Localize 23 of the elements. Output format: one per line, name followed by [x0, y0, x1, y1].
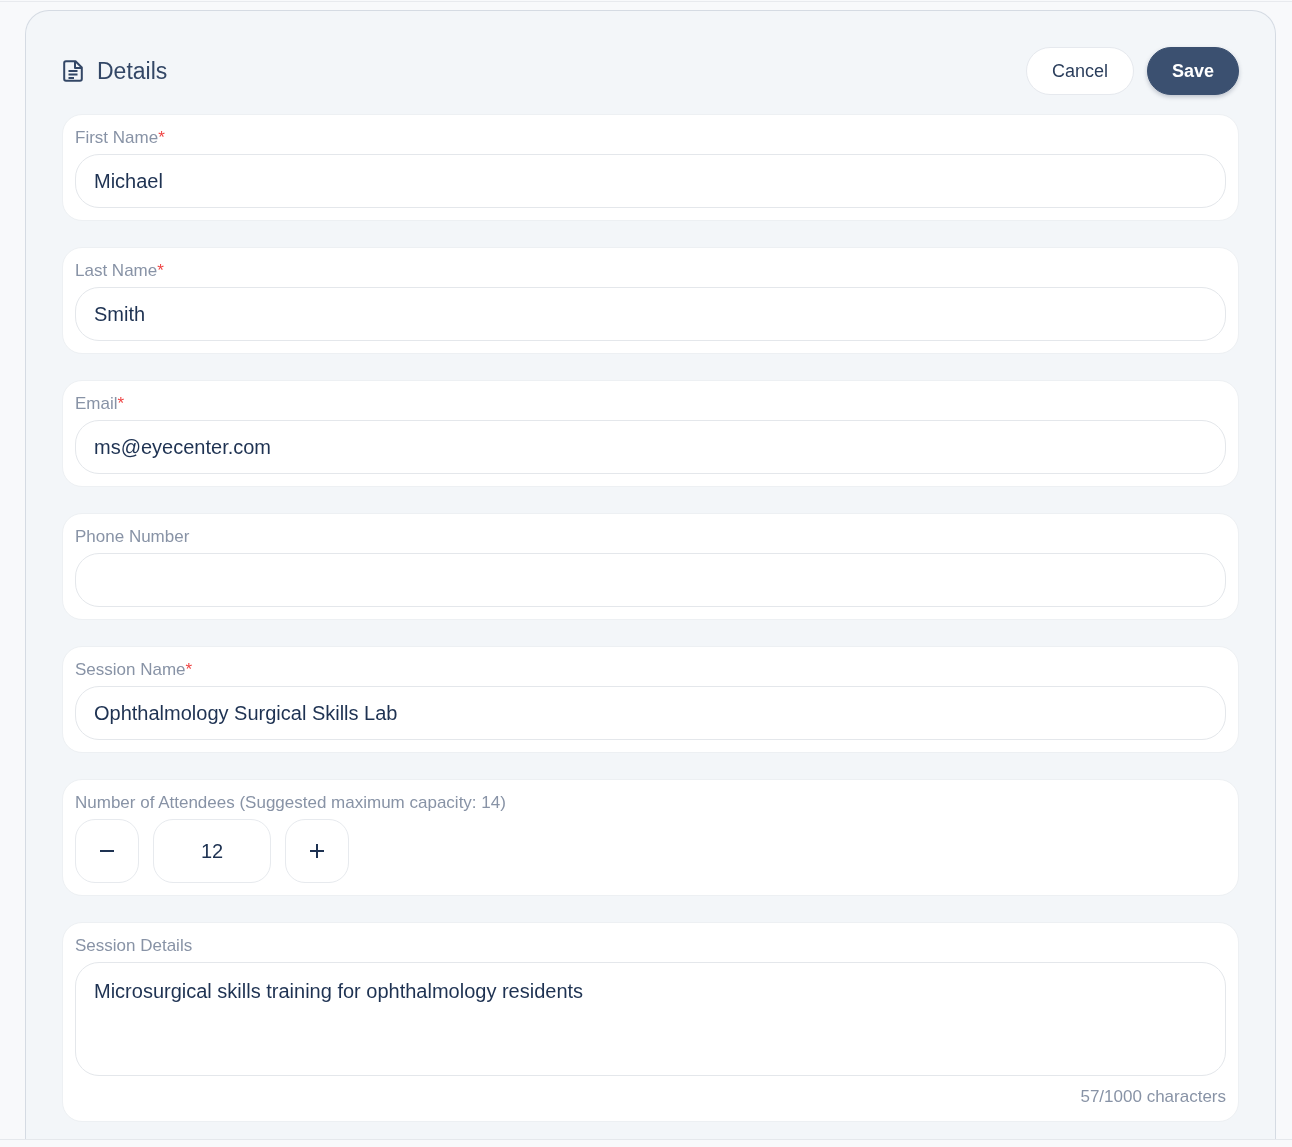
- field-label: Session Name*: [75, 659, 193, 681]
- panel-title: Details: [97, 57, 168, 85]
- field-label: First Name*: [75, 127, 165, 149]
- plus-icon: [310, 844, 324, 858]
- text-input[interactable]: Michael: [75, 154, 1226, 208]
- text-input[interactable]: ms@eyecenter.com: [75, 420, 1226, 474]
- field-label: Last Name*: [75, 260, 164, 282]
- cancel-button[interactable]: Cancel: [1025, 47, 1134, 95]
- character-counter: 57/1000 characters: [1080, 1086, 1226, 1108]
- minus-icon: [100, 850, 114, 852]
- field-label: Phone Number: [75, 526, 190, 548]
- field-label: Session Details: [75, 935, 193, 957]
- decrement-button[interactable]: [75, 819, 139, 883]
- text-input[interactable]: Smith: [75, 287, 1226, 341]
- increment-button[interactable]: [285, 819, 349, 883]
- save-button[interactable]: Save: [1146, 47, 1239, 95]
- field-label: Email*: [75, 393, 125, 415]
- text-input[interactable]: Ophthalmology Surgical Skills Lab: [75, 686, 1226, 740]
- text-area[interactable]: Microsurgical skills training for ophthalmology residents: [75, 962, 1226, 1076]
- text-input[interactable]: [75, 553, 1226, 607]
- number-input[interactable]: 12: [153, 819, 271, 883]
- field-label: Number of Attendees (Suggested maximum capacity: 14): [75, 792, 506, 814]
- document-icon: [63, 60, 83, 82]
